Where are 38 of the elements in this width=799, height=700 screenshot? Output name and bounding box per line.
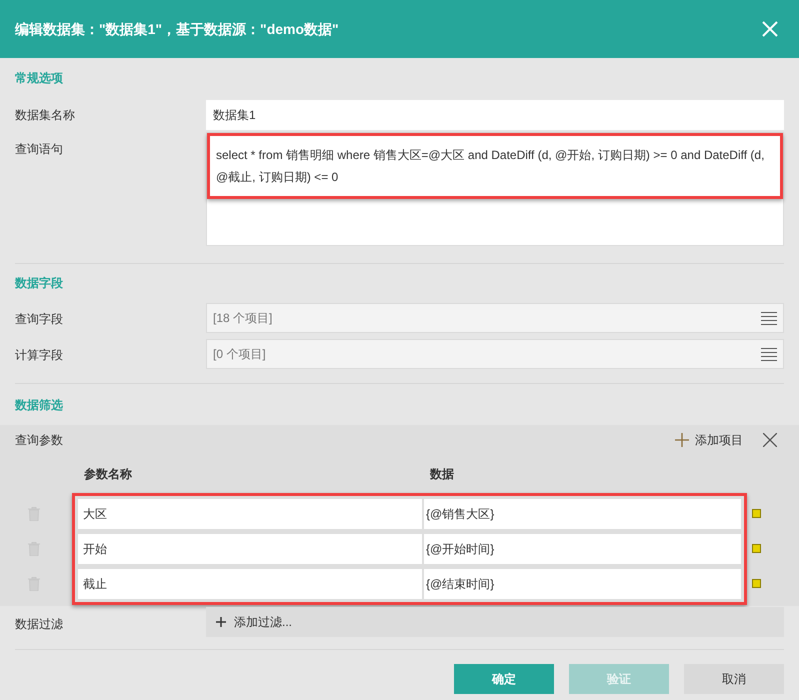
- list-field[interactable]: [18 个项目]: [206, 303, 784, 333]
- add-filter-button[interactable]: 添加过滤...: [206, 607, 784, 637]
- table-cell[interactable]: {@开始时间}: [424, 534, 741, 564]
- menu-icon[interactable]: [761, 347, 777, 361]
- plus-icon: [675, 433, 689, 447]
- status-marker: [752, 509, 761, 518]
- status-marker: [752, 544, 761, 553]
- section-title: 数据字段: [15, 275, 64, 292]
- field-label: 查询字段: [15, 311, 64, 328]
- dialog-button[interactable]: 取消: [684, 664, 784, 694]
- field-label: 数据过滤: [15, 616, 64, 633]
- status-marker: [752, 579, 761, 588]
- menu-icon[interactable]: [761, 311, 777, 325]
- table-cell[interactable]: 截止: [78, 569, 422, 599]
- field-label: 查询参数: [15, 432, 63, 449]
- window-title: 编辑数据集："数据集1"，基于数据源："demo数据": [15, 20, 339, 38]
- query-field[interactable]: select * from 销售明细 where 销售大区=@大区 and DateDiff (d, @开始, 订购日期) >= 0 and DateDiff (d, @截止, 订购日期) <= 0: [207, 133, 783, 199]
- column-header: 数据: [430, 466, 454, 483]
- add-item-button[interactable]: 添加项目: [675, 431, 743, 449]
- plus-icon: [216, 617, 226, 627]
- field-value: [18 个项目]: [213, 310, 272, 327]
- field-label: 查询语句: [15, 141, 64, 158]
- table-cell[interactable]: 开始: [78, 534, 422, 564]
- clear-button[interactable]: [763, 433, 777, 447]
- section-title: 数据筛选: [15, 397, 64, 414]
- table-cell[interactable]: {@结束时间}: [424, 569, 741, 599]
- table-cell[interactable]: {@销售大区}: [424, 499, 741, 529]
- section-title: 常规选项: [15, 70, 64, 87]
- name-field[interactable]: 数据集1: [206, 100, 784, 130]
- list-field[interactable]: [0 个项目]: [206, 339, 784, 369]
- field-value: [0 个项目]: [213, 346, 266, 363]
- close-icon: [761, 20, 779, 38]
- table-cell[interactable]: 大区: [78, 499, 422, 529]
- close-icon: [763, 433, 777, 447]
- field-label: 计算字段: [15, 347, 64, 364]
- column-header: 参数名称: [84, 466, 133, 483]
- field-label: 数据集名称: [15, 107, 76, 124]
- close-button[interactable]: [761, 20, 779, 38]
